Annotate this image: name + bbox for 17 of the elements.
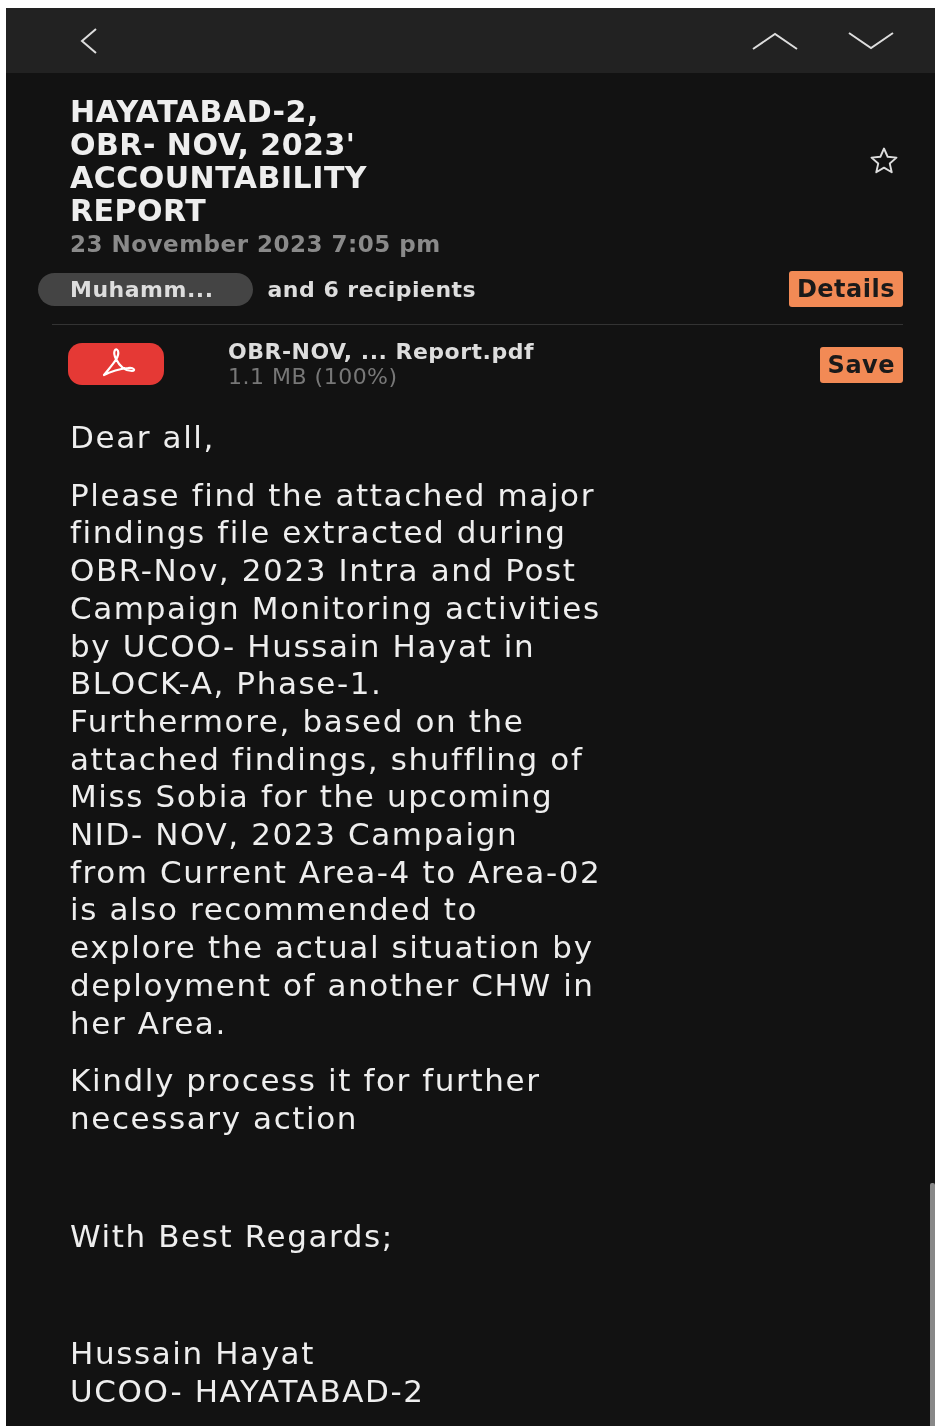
body-paragraph: Kindly process it for further necessary action — [70, 1062, 542, 1138]
body-paragraph: Dear all, — [70, 419, 216, 457]
chevron-up-icon[interactable] — [751, 30, 799, 51]
pdf-file-icon — [68, 343, 164, 385]
recipients-text: and 6 recipients — [267, 276, 477, 302]
details-button[interactable]: Details — [788, 271, 903, 307]
body-paragraph: Hussain Hayat UCOO- HAYATABAD-2 — [70, 1335, 426, 1411]
sender-chip[interactable]: Muhamm... — [38, 272, 254, 306]
email-subject: HAYATABAD-2, OBR- NOV, 2023' ACCOUNTABILITY REPORT — [70, 95, 369, 227]
attachment-name[interactable]: OBR-NOV, ... Report.pdf — [228, 339, 535, 364]
star-icon[interactable] — [869, 146, 899, 176]
chevron-down-icon[interactable] — [847, 30, 895, 51]
save-button[interactable]: Save — [819, 347, 903, 383]
email-date: 23 November 2023 7:05 pm — [70, 231, 442, 257]
attachment-size: 1.1 MB (100%) — [228, 364, 399, 389]
body-paragraph: Please find the attached major findings file extracted during OBR-Nov, 2023 Intra and Post Campaign Monitoring activities by UCOO- Hussain Hayat in BLOCK-A, Phase-1. Furthermore, based on the attached findings, shuffling of Miss Sobia for the upcoming NID- NOV, 2023 Campaign from Current Area-4 to Area-02 is also recommended to explore the actual situation by deployment of another CHW in her Area. — [70, 476, 603, 1043]
body-paragraph: With Best Regards; — [70, 1217, 395, 1256]
